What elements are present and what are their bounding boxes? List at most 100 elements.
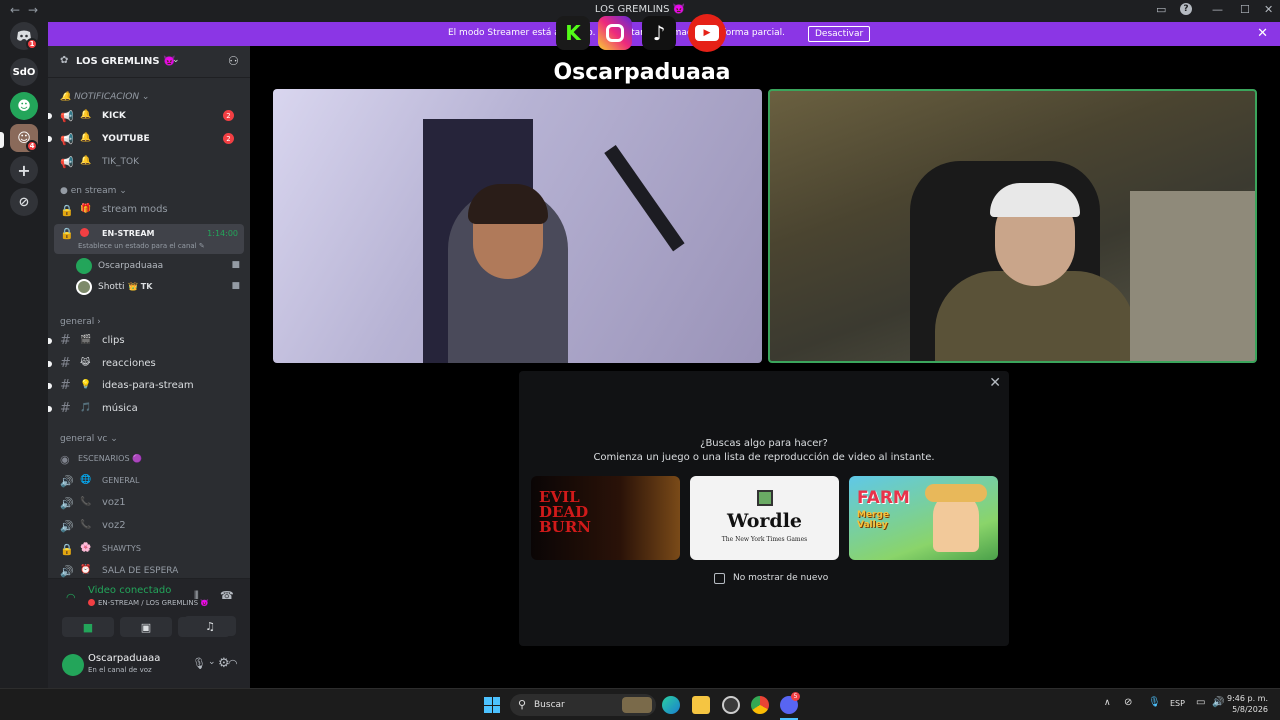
user-tag: 👑 TK	[128, 282, 153, 291]
minimize-icon[interactable]: —	[1212, 3, 1223, 16]
channel-clips[interactable]: # 🎬 clips	[48, 331, 244, 351]
channel-emoji: 🎵	[80, 403, 92, 413]
channel-stream-mods[interactable]: 🔒 🎁 stream mods	[54, 200, 244, 220]
game-card-evil-dead[interactable]: EVIL DEAD BURN	[531, 476, 680, 560]
edge-browser-icon[interactable]	[662, 696, 680, 714]
voice-user-oscarpaduaaa[interactable]: Oscarpaduaaa ■	[76, 257, 244, 275]
channel-emoji: 😹	[80, 358, 91, 368]
live-dot-icon	[80, 228, 89, 237]
server-name[interactable]: LOS GREMLINS 👿	[76, 56, 176, 67]
noise-suppression-icon[interactable]: ⦀	[194, 589, 199, 603]
tiktok-logo-icon: ♪	[642, 16, 676, 50]
clock-time: 9:46 p. m.	[1226, 694, 1268, 703]
category-general[interactable]: general ›	[60, 317, 101, 327]
hash-icon: #	[60, 378, 71, 393]
channel-musica[interactable]: # 🎵 música	[48, 399, 244, 419]
voice-user-shotti[interactable]: Shotti 👑 TK ■	[76, 278, 244, 296]
taskbar-clock[interactable]: 9:46 p. m. 5/8/2026	[1227, 693, 1268, 715]
channel-voz1[interactable]: 🔊 📞 voz1	[54, 493, 244, 513]
screen-share-button[interactable]: ▣	[120, 617, 172, 637]
game-card-wordle[interactable]: Wordle The New York Times Games	[690, 476, 839, 560]
stream-overlay: K ♪ ▶ Oscarpaduaaa	[552, 12, 732, 92]
character-hat	[925, 484, 987, 502]
channel-general-voice[interactable]: 🔊 🌐 GENERAL	[54, 471, 244, 491]
mention-badge: 2	[223, 133, 234, 144]
video-tile-user-1[interactable]	[273, 89, 762, 363]
signal-icon[interactable]: ◠	[66, 591, 76, 604]
server-sdo[interactable]: SdO	[10, 58, 38, 86]
taskbar-search[interactable]: ⚲ Buscar	[510, 694, 656, 716]
chevron-down-icon[interactable]: ⌄	[208, 657, 216, 667]
language-indicator[interactable]: ESP	[1170, 699, 1185, 708]
microphone-icon[interactable]: 🎙	[192, 657, 206, 670]
steam-icon[interactable]	[722, 696, 740, 714]
maximize-icon[interactable]: ☐	[1240, 3, 1250, 16]
close-window-icon[interactable]: ✕	[1264, 3, 1273, 16]
checkbox-label: No mostrar de nuevo	[733, 573, 829, 583]
display-icon[interactable]: ▭	[1196, 697, 1205, 708]
server-header[interactable]: ✿ LOS GREMLINS 👿 ⌄ ⚇	[48, 46, 250, 78]
channel-emoji: 🔔	[80, 133, 92, 143]
add-server-icon[interactable]: +	[10, 156, 38, 184]
speaker-icon: 🔊	[60, 565, 74, 578]
game-caption: The New York Times Games	[721, 536, 808, 543]
disconnect-icon[interactable]: ☎	[220, 589, 234, 602]
avatar	[76, 279, 92, 295]
channel-shawtys[interactable]: 🔒 🌸 SHAWTYS	[54, 539, 244, 559]
channel-escenarios[interactable]: ◉ ESCENARIOS 🟣	[54, 449, 244, 469]
explore-icon[interactable]: ⊘	[10, 188, 38, 216]
channel-en-stream[interactable]: 🔒 EN-STREAM 1:14:00 Establece un estado …	[54, 224, 244, 254]
microphone-in-use-icon[interactable]: 🎙	[1148, 697, 1161, 708]
settings-gear-icon[interactable]: ⚙	[218, 656, 230, 671]
voice-status[interactable]: Video conectado	[88, 585, 171, 596]
category-en-stream[interactable]: ● en stream ⌄	[60, 186, 127, 196]
camera-button[interactable]: ■	[62, 617, 114, 637]
dont-show-again-checkbox[interactable]: No mostrar de nuevo	[714, 573, 829, 584]
network-off-icon[interactable]: ⊘	[1124, 697, 1132, 708]
chevron-up-icon[interactable]: ∧	[1104, 698, 1111, 708]
chevron-down-icon[interactable]: ⌄	[172, 55, 180, 65]
channel-voz2[interactable]: 🔊 📞 voz2	[54, 516, 244, 536]
channel-tik-tok[interactable]: 📢 🔔 TIK_TOK	[54, 152, 244, 172]
home-badge: 1	[26, 38, 38, 50]
discord-taskbar-icon[interactable]: 5	[780, 692, 800, 714]
windows-taskbar: ⚲ Buscar 5 ∧ ⊘ 🎙 ESP ▭ 🔊 9:46 p. m. 5/8/…	[0, 688, 1280, 720]
avatar[interactable]	[62, 654, 84, 676]
channel-label: clips	[102, 335, 125, 346]
banner-close-icon[interactable]: ✕	[1257, 26, 1268, 41]
invite-user-icon[interactable]: ⚇	[228, 54, 239, 68]
channel-label: voz2	[102, 520, 126, 531]
channel-youtube[interactable]: 📢 🔔 YOUTUBE 2	[48, 129, 244, 149]
file-explorer-icon[interactable]	[692, 696, 710, 714]
windows-start-icon[interactable]	[484, 697, 500, 713]
deactivate-button[interactable]: Desactivar	[808, 26, 871, 42]
voice-location[interactable]: EN-STREAM / LOS GREMLINS 👿	[98, 599, 209, 607]
speaker-icon: 🔊	[60, 520, 74, 533]
channel-reacciones[interactable]: # 😹 reacciones	[48, 354, 244, 374]
video-tile-user-2-speaking[interactable]	[768, 89, 1257, 363]
user-status: En el canal de voz	[88, 666, 152, 674]
inbox-icon[interactable]: ▭	[1156, 3, 1166, 16]
channel-status-prompt[interactable]: Establece un estado para el canal ✎	[78, 242, 205, 250]
server-boost-icon: ✿	[60, 55, 69, 66]
game-card-farm-merge-valley[interactable]: FARM Merge Valley	[849, 476, 998, 560]
discord-home-icon[interactable]: 1	[10, 22, 38, 50]
close-icon[interactable]: ✕	[989, 375, 1001, 391]
username[interactable]: Oscarpaduaaa	[88, 653, 160, 664]
lock-icon: 🔒	[60, 204, 74, 217]
channel-ideas-para-stream[interactable]: # 💡 ideas-para-stream	[48, 376, 244, 396]
channel-emoji: ⏰	[80, 565, 92, 575]
soundboard-button[interactable]: ♫	[184, 616, 236, 636]
server-green-icon[interactable]: ☻	[10, 92, 38, 120]
chrome-icon[interactable]	[751, 696, 769, 714]
overlay-streamer-name: Oscarpaduaaa	[553, 60, 731, 85]
help-icon[interactable]: ?	[1180, 3, 1192, 15]
instagram-logo-icon	[598, 16, 632, 50]
server-los-gremlins-icon[interactable]: ☺ 4	[10, 124, 38, 152]
kick-logo-icon: K	[556, 16, 590, 50]
category-general-vc[interactable]: general vc ⌄	[60, 434, 118, 444]
volume-icon[interactable]: 🔊	[1212, 697, 1224, 708]
category-notificacion[interactable]: 🔔 NOTIFICACION ⌄	[60, 92, 149, 102]
channel-kick[interactable]: 📢 🔔 KICK 2	[48, 106, 244, 126]
game-title: FARM	[857, 488, 910, 508]
